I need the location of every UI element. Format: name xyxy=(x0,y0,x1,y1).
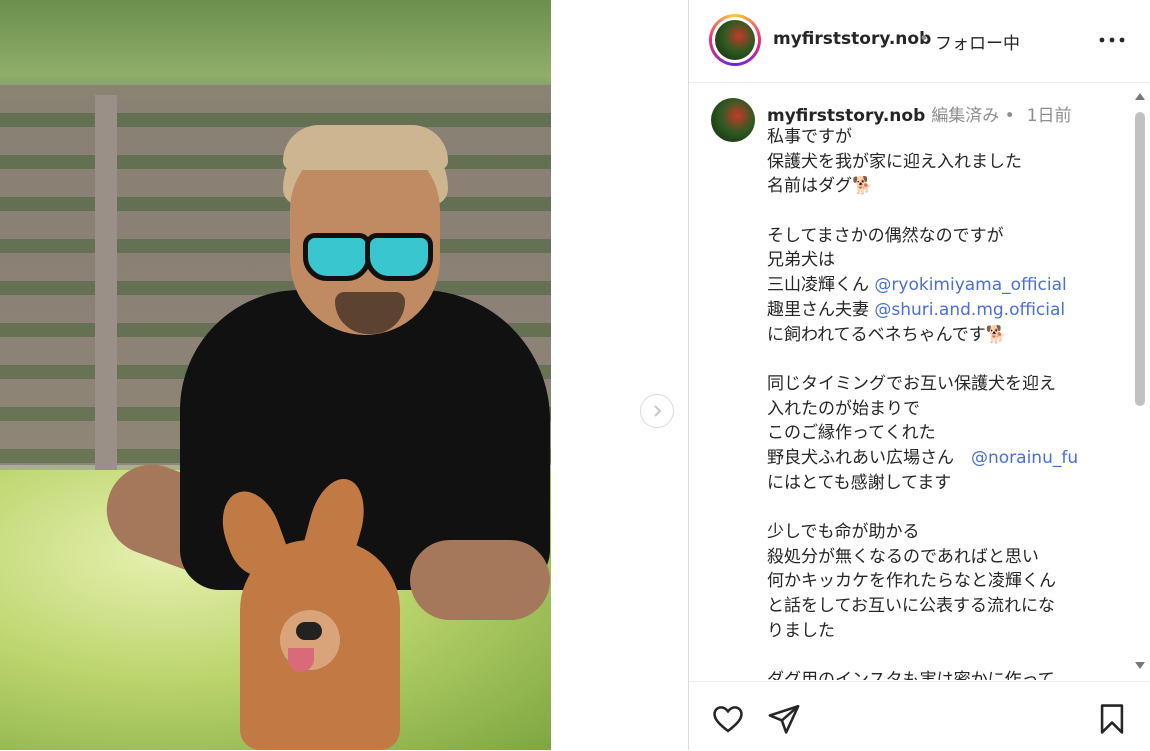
caption-line-text: 殺処分が無くなるのであればと思い xyxy=(767,546,1039,567)
caption-line: 趣里さん夫妻 @shuri.and.mg.official xyxy=(767,298,1127,323)
mention-link[interactable]: @norainu_fu xyxy=(971,448,1078,468)
bookmark-icon xyxy=(1100,704,1124,734)
header-username[interactable]: myfirststory.nob xyxy=(773,29,931,49)
caption-line: ダグ用のインスタも実は密かに作って xyxy=(767,668,1127,680)
caption-line: 保護犬を我が家に迎え入れました xyxy=(767,150,1127,175)
caption-line xyxy=(767,347,1127,372)
caption-line: 兄弟犬は xyxy=(767,248,1127,273)
caption-line-text: ダグ用のインスタも実は密かに作って xyxy=(767,670,1055,680)
caption-line: に飼われてるベネちゃんです🐕 xyxy=(767,323,1127,348)
caption-line: りました xyxy=(767,619,1127,644)
caption-line: 同じタイミングでお互い保護犬を迎え xyxy=(767,372,1127,397)
avatar-image xyxy=(715,20,755,60)
more-options-button[interactable] xyxy=(1097,28,1127,52)
caption-line xyxy=(767,495,1127,520)
caption-line-text: 同じタイミングでお互い保護犬を迎え xyxy=(767,373,1056,394)
caption-line: にはとても感謝してます xyxy=(767,471,1127,496)
paper-plane-icon xyxy=(768,704,800,734)
caption-line xyxy=(767,199,1127,224)
caption-line: 少しでも命が助かる xyxy=(767,520,1127,545)
photo-dog-nose xyxy=(296,622,322,640)
story-avatar[interactable] xyxy=(709,14,761,66)
caption-line-text: そしてまさかの偶然なのですが xyxy=(767,225,1004,246)
post-time[interactable]: 1日前 xyxy=(1027,106,1072,126)
caption-line-text: りました xyxy=(767,620,835,641)
caption-line: 入れたのが始まりで xyxy=(767,397,1127,422)
chevron-right-icon xyxy=(654,405,662,417)
share-button[interactable] xyxy=(767,702,801,736)
caption-line: 何かキッカケを作れたらなと凌輝くん xyxy=(767,569,1127,594)
caption-area[interactable]: myfirststory.nob 編集済み • 1日前 私事ですが保護犬を我が家に迎… xyxy=(689,83,1150,680)
like-button[interactable] xyxy=(711,702,745,736)
caption-line: 殺処分が無くなるのであればと思い xyxy=(767,545,1127,570)
dog-emoji-icon: 🐕 xyxy=(852,176,874,197)
caption-line-text: にはとても感謝してます xyxy=(767,472,952,493)
caption-line: 野良犬ふれあい広場さん @norainu_fu xyxy=(767,446,1127,471)
photo-fence-post xyxy=(95,95,117,485)
caption-line-text: 兄弟犬は xyxy=(767,250,835,271)
photo-arm-right xyxy=(410,540,550,620)
heart-icon xyxy=(713,706,743,733)
caption-line-text: 保護犬を我が家に迎え入れました xyxy=(767,151,1022,172)
caption-line: 私事ですが xyxy=(767,125,1127,150)
caption-header: myfirststory.nob 編集済み • 1日前 xyxy=(767,101,1072,126)
caption-line-text: と話をしてお互いに公表する流れにな xyxy=(767,596,1055,617)
caption-line-text: 趣里さん夫妻 xyxy=(767,299,875,320)
post-detail-panel: myfirststory.nob • フォロー中 myfirststory.no… xyxy=(688,0,1150,750)
mention-link[interactable]: @shuri.and.mg.official xyxy=(874,300,1065,320)
header-separator: • xyxy=(919,29,930,49)
caption-line: このご縁作ってくれた xyxy=(767,421,1127,446)
caption-line: と話をしてお互いに公表する流れにな xyxy=(767,594,1127,619)
caption-line-text: 私事ですが xyxy=(767,127,852,147)
photo-sunglasses-right xyxy=(365,233,433,281)
caption-line-text: 野良犬ふれあい広場さん xyxy=(767,447,971,468)
follow-status-button[interactable]: フォロー中 xyxy=(935,29,1020,54)
scroll-down-arrow[interactable] xyxy=(1135,662,1145,669)
scrollbar-thumb[interactable] xyxy=(1135,112,1145,406)
caption-username[interactable]: myfirststory.nob xyxy=(767,106,925,126)
edited-label: 編集済み • xyxy=(931,106,1015,126)
photo-sunglasses-left xyxy=(303,233,371,281)
caption-line-text: に飼われてるベネちゃんです xyxy=(767,324,986,345)
caption-line xyxy=(767,643,1127,668)
caption-line-text: このご縁作ってくれた xyxy=(767,423,936,444)
more-horizontal-icon xyxy=(1099,37,1125,43)
dog-emoji-icon: 🐕 xyxy=(985,324,1007,345)
photo-person-hair-top xyxy=(283,125,448,170)
post-actions xyxy=(689,681,1150,751)
caption-avatar[interactable] xyxy=(711,98,755,142)
caption-text: 私事ですが 保護犬を我が家に迎え入れました 名前はダグ🐕 そしてまさかの偶然なのですが… xyxy=(767,125,1127,680)
save-button[interactable] xyxy=(1095,702,1129,736)
caption-line: 名前はダグ🐕 xyxy=(767,174,1127,199)
caption-line-text: 入れたのが始まりで xyxy=(767,398,920,419)
post-header: myfirststory.nob • フォロー中 xyxy=(689,0,1150,83)
post-photo[interactable] xyxy=(0,0,551,750)
caption-line: 三山凌輝くん @ryokimiyama_official xyxy=(767,273,1127,298)
caption-line: そしてまさかの偶然なのですが xyxy=(767,224,1127,249)
mention-link[interactable]: @ryokimiyama_official xyxy=(874,275,1066,295)
next-image-button[interactable] xyxy=(640,394,674,428)
caption-line-text: 三山凌輝くん xyxy=(767,275,875,296)
caption-line-text: 少しでも命が助かる xyxy=(767,522,920,542)
scroll-up-arrow[interactable] xyxy=(1135,93,1145,100)
caption-line-text: 名前はダグ xyxy=(767,176,852,197)
caption-line-text: 何かキッカケを作れたらなと凌輝くん xyxy=(767,571,1056,592)
